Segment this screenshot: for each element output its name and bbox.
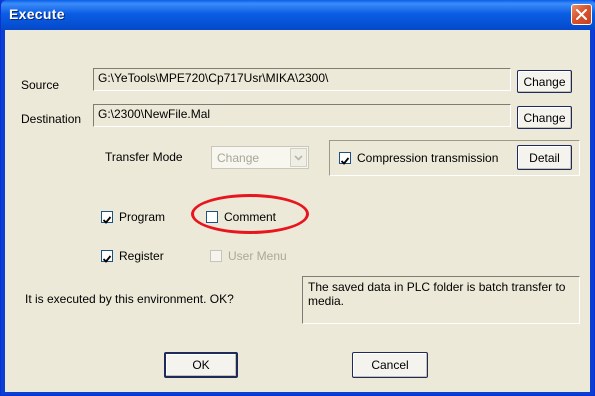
user-menu-checkbox[interactable] bbox=[210, 250, 222, 262]
destination-path-field: G:\2300\NewFile.Mal bbox=[93, 104, 511, 127]
source-label: Source bbox=[21, 78, 60, 92]
confirm-prompt: It is executed by this environment. OK? bbox=[25, 292, 234, 306]
transfer-mode-select[interactable]: Change bbox=[211, 146, 309, 169]
title-bar[interactable]: Execute bbox=[1, 0, 595, 30]
checkmark-icon bbox=[102, 255, 112, 263]
destination-label: Destination bbox=[21, 112, 82, 126]
user-menu-label: User Menu bbox=[228, 249, 287, 263]
dialog-body: Source G:\YeTools\MPE720\Cp717Usr\MIKA\2… bbox=[5, 30, 590, 392]
program-checkbox[interactable] bbox=[101, 211, 113, 224]
close-button[interactable] bbox=[571, 4, 592, 25]
info-message: The saved data in PLC folder is batch tr… bbox=[302, 276, 580, 324]
compression-group: Compression transmission Detail bbox=[329, 140, 580, 176]
source-path-field: G:\YeTools\MPE720\Cp717Usr\MIKA\2300\ bbox=[93, 68, 511, 91]
ok-button[interactable]: OK bbox=[164, 352, 238, 378]
checkmark-icon bbox=[102, 216, 112, 224]
transfer-mode-value: Change bbox=[217, 151, 260, 165]
window-title: Execute bbox=[9, 6, 65, 22]
transfer-mode-label: Transfer Mode bbox=[105, 150, 183, 164]
execute-dialog: Execute Source G:\YeTools\MPE720\Cp717Us… bbox=[0, 0, 595, 396]
destination-change-button[interactable]: Change bbox=[517, 106, 572, 129]
cancel-button[interactable]: Cancel bbox=[352, 352, 428, 378]
checkmark-icon bbox=[340, 157, 350, 165]
chevron-down-icon[interactable] bbox=[290, 148, 307, 167]
register-checkbox[interactable] bbox=[101, 250, 113, 263]
close-icon bbox=[576, 9, 587, 20]
highlight-ellipse bbox=[191, 194, 309, 234]
detail-button[interactable]: Detail bbox=[517, 145, 572, 170]
source-change-button[interactable]: Change bbox=[517, 70, 572, 93]
program-label: Program bbox=[119, 210, 166, 224]
compression-checkbox[interactable] bbox=[339, 152, 351, 165]
compression-label: Compression transmission bbox=[357, 151, 499, 165]
register-label: Register bbox=[119, 249, 164, 263]
